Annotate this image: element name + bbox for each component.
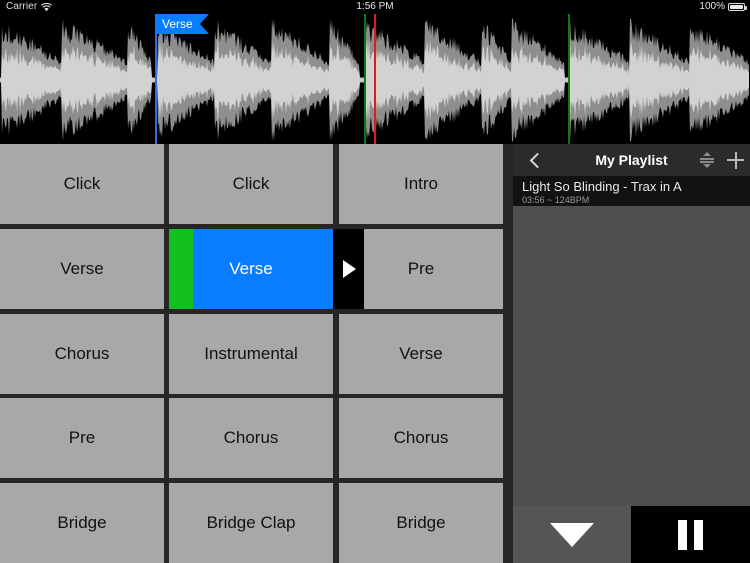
reorder-icon[interactable] (699, 152, 715, 168)
pad-4-verse[interactable]: Verse (0, 229, 164, 309)
playlist-actions (699, 144, 744, 176)
collapse-button[interactable] (513, 506, 631, 563)
pad-queue-indicator[interactable] (333, 229, 364, 309)
pause-icon-bar-right (694, 519, 703, 550)
pad-9-verse[interactable]: Verse (339, 314, 503, 394)
pad-3-intro[interactable]: Intro (339, 144, 503, 224)
pad-label: Click (63, 174, 101, 193)
play-triangle-icon (343, 260, 356, 278)
pad-label: Chorus (223, 428, 279, 447)
track-name: Light So Blinding - Trax in A (522, 179, 682, 194)
waveform-marker-label: Verse (162, 17, 193, 31)
pad-13-bridge[interactable]: Bridge (0, 483, 164, 563)
pad-label: Pre (68, 428, 96, 447)
pad-15-bridge[interactable]: Bridge (339, 483, 503, 563)
pad-label: Chorus (54, 344, 110, 363)
cue-line-green-1[interactable] (364, 14, 366, 144)
waveform-marker-verse[interactable]: Verse (155, 14, 209, 34)
pad-1-click[interactable]: Click (0, 144, 164, 224)
pad-label: Verse (229, 259, 273, 278)
pad-grid: Click Click Intro Verse Verse Pre Chorus Instru… (0, 144, 513, 563)
pad-5-verse[interactable]: Verse (169, 229, 364, 309)
track-meta: 03:56 ~ 124BPM (522, 195, 590, 205)
pause-button[interactable] (631, 506, 750, 563)
pad-8-instrumental[interactable]: Instrumental (169, 314, 333, 394)
pad-2-click[interactable]: Click (169, 144, 333, 224)
plus-icon[interactable] (727, 151, 744, 169)
pad-label: Intro (403, 174, 439, 193)
waveform-display[interactable]: Verse (0, 14, 750, 144)
playlist-footer (513, 506, 750, 563)
pad-label: Verse (399, 344, 443, 363)
pad-7-chorus[interactable]: Chorus (0, 314, 164, 394)
playlist-track-row[interactable]: Light So Blinding - Trax in A 03:56 ~ 124… (513, 176, 750, 206)
pad-label: Bridge Clap (206, 513, 296, 532)
playlist-header: My Playlist (513, 144, 750, 176)
pad-label: Pre (407, 259, 435, 278)
pad-label: Verse (60, 259, 104, 278)
pad-12-chorus[interactable]: Chorus (339, 398, 503, 478)
pad-11-chorus[interactable]: Chorus (169, 398, 333, 478)
pad-14-bridge-clap[interactable]: Bridge Clap (169, 483, 333, 563)
playhead-line[interactable] (374, 14, 376, 144)
playlist-track-list[interactable]: Light So Blinding - Trax in A 03:56 ~ 124… (513, 176, 750, 506)
pad-label: Bridge (396, 513, 446, 532)
app-root: Carrier 1:56 PM 100% Verse Click Click Int… (0, 0, 750, 563)
battery-percent-label: 100% (699, 1, 725, 12)
playlist-panel: My Playlist Light So Blinding - Trax in … (513, 144, 750, 563)
cue-line-green-2[interactable] (568, 14, 570, 144)
pad-10-pre[interactable]: Pre (0, 398, 164, 478)
status-bar-time: 1:56 PM (356, 1, 394, 12)
pad-progress-bar (169, 229, 193, 309)
triangle-down-icon (550, 522, 594, 547)
status-bar: Carrier 1:56 PM 100% (0, 0, 750, 14)
pad-label: Instrumental (204, 344, 298, 363)
pad-label: Click (232, 174, 270, 193)
pad-label: Chorus (393, 428, 449, 447)
battery-full-icon (728, 2, 747, 11)
pad-label: Bridge (57, 513, 107, 532)
pause-icon-bar-left (678, 519, 687, 550)
status-bar-right: 100% (699, 1, 747, 12)
